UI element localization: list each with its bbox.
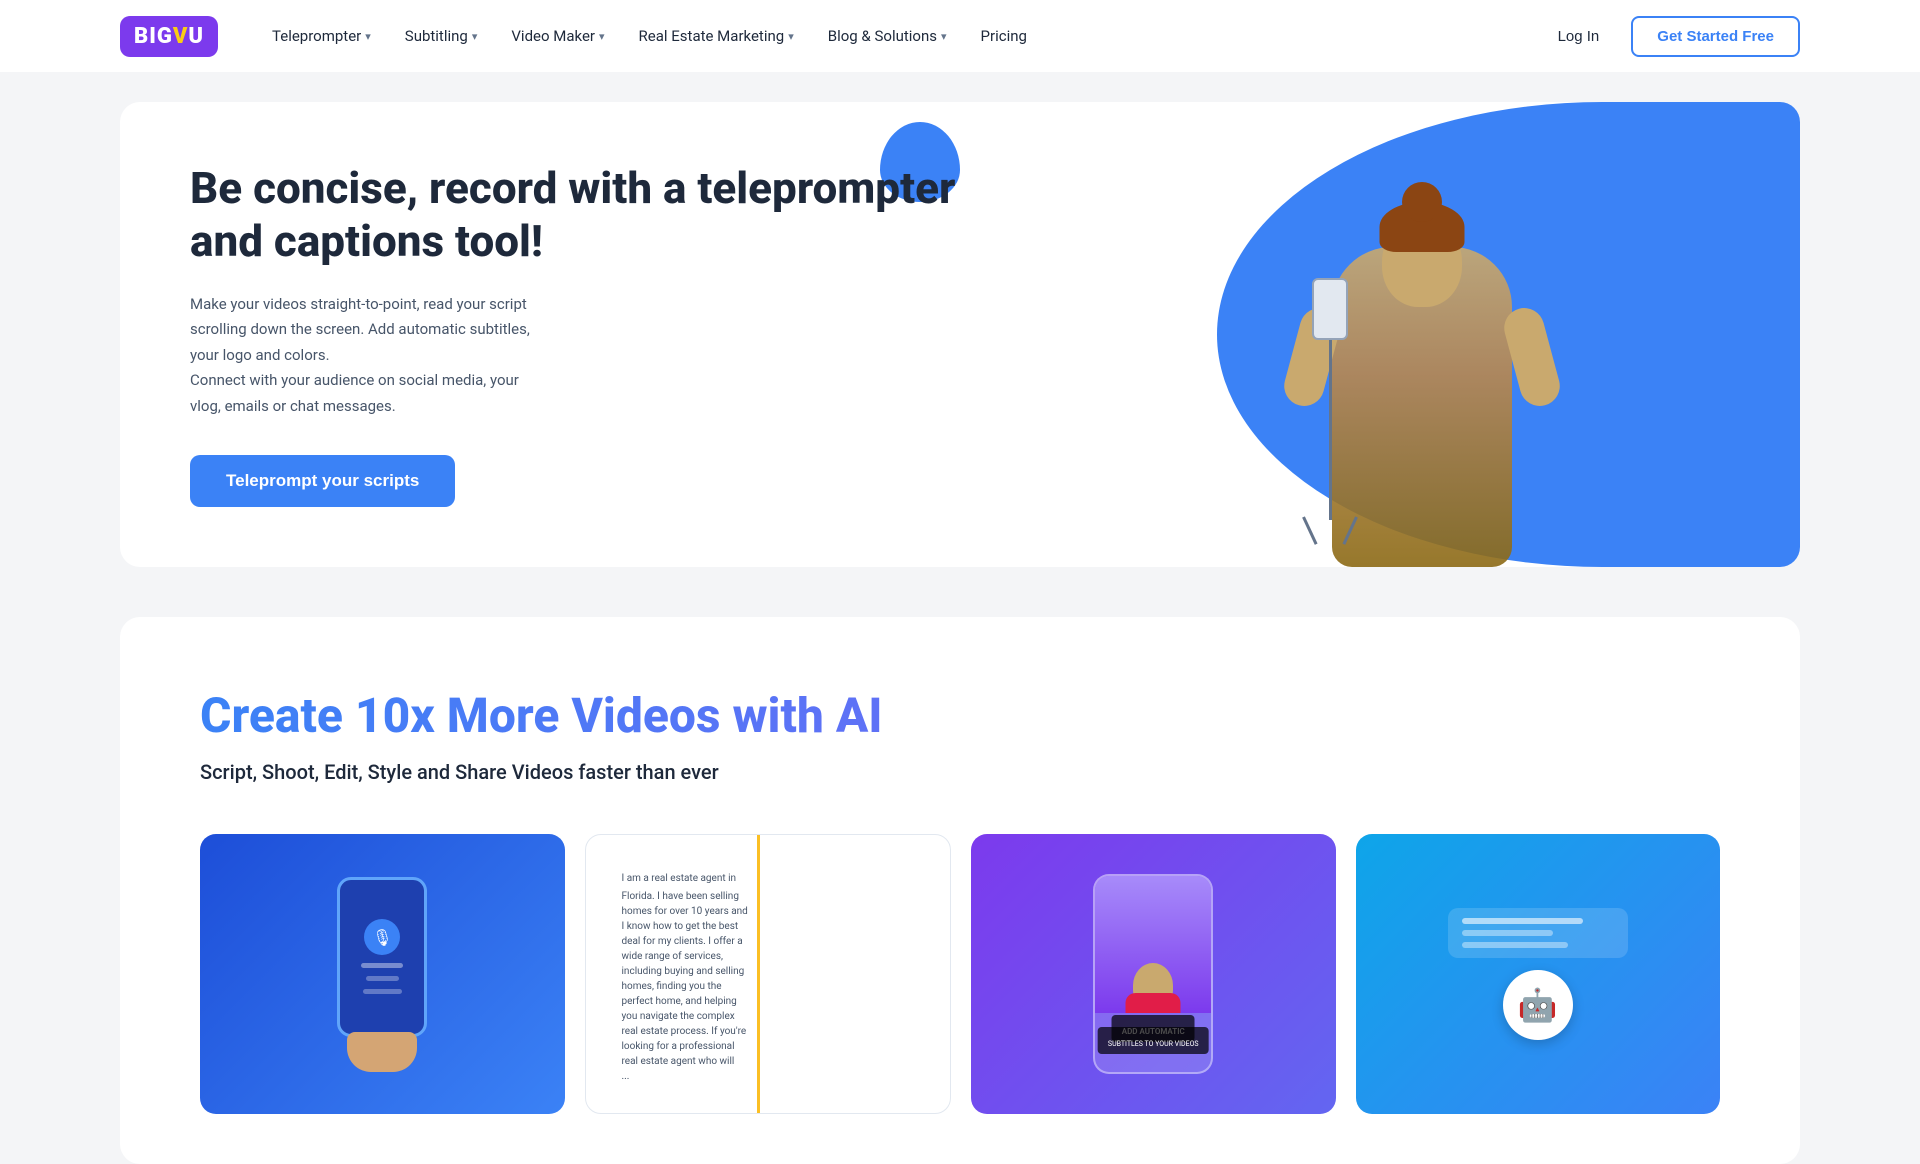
feature-card-record: 🎙: [200, 834, 565, 1114]
script-line-4: I know how to get the best: [622, 921, 915, 932]
phone-screen: 🎙: [337, 877, 427, 1037]
tripod-right-leg: [1342, 516, 1357, 544]
hero-right-visual: [1044, 102, 1800, 567]
script-line-13: real estate agent who will: [622, 1056, 915, 1067]
logo[interactable]: BIGVU: [120, 16, 218, 57]
login-button[interactable]: Log In: [1542, 20, 1616, 53]
second-section: Create 10x More Videos with AI Script, S…: [120, 617, 1800, 1164]
hero-section: Be concise, record with a teleprompter a…: [120, 102, 1800, 567]
script-line-3: homes for over 10 years and: [622, 906, 915, 917]
script-line-8: homes, finding you the: [622, 981, 915, 992]
hand-phone-visual: 🎙: [337, 877, 427, 1072]
logo-text: BIGVU: [134, 24, 204, 49]
hand-base: [347, 1032, 417, 1072]
feature-card-ai: 🤖: [1356, 834, 1721, 1114]
hero-title: Be concise, record with a teleprompter a…: [190, 162, 984, 268]
script-line-14: ...: [622, 1071, 915, 1082]
robot-icon: 🤖: [1503, 970, 1573, 1040]
chevron-down-icon: ▾: [599, 30, 605, 43]
chevron-down-icon: ▾: [941, 30, 947, 43]
script-line-10: you navigate the complex: [622, 1011, 915, 1022]
nav-item-video-maker[interactable]: Video Maker ▾: [497, 19, 618, 53]
hero-description: Make your videos straight-to-point, read…: [190, 292, 670, 420]
screen-line-2: [366, 976, 399, 981]
mic-icon: 🎙: [364, 919, 400, 955]
screen-line-1: [361, 963, 403, 968]
nav-item-subtitling[interactable]: Subtitling ▾: [391, 19, 492, 53]
teleprompt-cta-button[interactable]: Teleprompt your scripts: [190, 455, 455, 507]
nav-item-blog[interactable]: Blog & Solutions ▾: [814, 19, 961, 53]
nav-right: Log In Get Started Free: [1542, 16, 1800, 57]
subtitle-bar-2: SUBTITLES TO YOUR VIDEOS: [1098, 1027, 1209, 1054]
chevron-down-icon: ▾: [788, 30, 794, 43]
nav-items: Teleprompter ▾ Subtitling ▾ Video Maker …: [258, 19, 1542, 53]
script-text-content: I am a real estate agent in Florida. I h…: [606, 855, 931, 1093]
video-person-body: [1126, 993, 1181, 1013]
script-line-5: deal for my clients. I offer a: [622, 936, 915, 947]
screen-line-3: [363, 989, 402, 994]
script-cursor-line: [757, 835, 760, 1113]
feature-card-subtitles: ADD AUTOMATIC SUBTITLES TO YOUR VIDEOS: [971, 834, 1336, 1114]
tripod-illustration: [1302, 278, 1358, 547]
card-script-inner: I am a real estate agent in Florida. I h…: [586, 835, 951, 1113]
second-section-subtitle: Script, Shoot, Edit, Style and Share Vid…: [200, 760, 1720, 784]
logo-box: BIGVU: [120, 16, 218, 57]
hero-person-illustration: [1232, 187, 1612, 567]
tripod-legs: [1302, 517, 1358, 547]
subtitles-visual: ADD AUTOMATIC SUBTITLES TO YOUR VIDEOS: [1093, 874, 1213, 1074]
nav-item-pricing[interactable]: Pricing: [967, 19, 1041, 53]
script-line-12: looking for a professional: [622, 1041, 915, 1052]
script-line-6: wide range of services,: [622, 951, 915, 962]
script-line-2: Florida. I have been selling: [622, 891, 915, 902]
ai-visual: 🤖: [1376, 908, 1701, 1040]
second-section-title: Create 10x More Videos with AI: [200, 687, 1720, 744]
nav-item-real-estate[interactable]: Real Estate Marketing ▾: [625, 19, 808, 53]
hero-left-content: Be concise, record with a teleprompter a…: [120, 102, 1044, 567]
script-line-7: including buying and selling: [622, 966, 915, 977]
phone-on-tripod: [1312, 278, 1348, 340]
card-record-inner: 🎙: [200, 834, 565, 1114]
subtitle-text-2: SUBTITLES TO YOUR VIDEOS: [1108, 1040, 1199, 1048]
video-frame: [1095, 876, 1211, 1013]
ai-content-line-2: [1462, 930, 1553, 936]
tripod-pole: [1329, 340, 1332, 520]
card-ai-inner: 🤖: [1356, 834, 1721, 1114]
tripod-left-leg: [1302, 516, 1317, 544]
subtitles-phone: ADD AUTOMATIC SUBTITLES TO YOUR VIDEOS: [1093, 874, 1213, 1074]
script-line-11: real estate process. If you're: [622, 1026, 915, 1037]
feature-card-script: I am a real estate agent in Florida. I h…: [585, 834, 952, 1114]
person-head: [1382, 217, 1462, 307]
nav-item-teleprompter[interactable]: Teleprompter ▾: [258, 19, 385, 53]
hero-image-container: [1044, 102, 1800, 567]
navbar: BIGVU Teleprompter ▾ Subtitling ▾ Video …: [0, 0, 1920, 72]
person-hair-bun: [1402, 182, 1442, 222]
ai-content-block: [1448, 908, 1628, 958]
chevron-down-icon: ▾: [472, 30, 478, 43]
feature-cards-row: 🎙 I am a real estate agent in Florida. I…: [200, 834, 1720, 1114]
ai-content-line-1: [1462, 918, 1584, 924]
ai-content-line-3: [1462, 942, 1568, 948]
chevron-down-icon: ▾: [365, 30, 371, 43]
card-subtitles-inner: ADD AUTOMATIC SUBTITLES TO YOUR VIDEOS: [971, 834, 1336, 1114]
script-line-9: perfect home, and helping: [622, 996, 915, 1007]
get-started-button[interactable]: Get Started Free: [1631, 16, 1800, 57]
script-line-1: I am a real estate agent in: [622, 871, 915, 887]
